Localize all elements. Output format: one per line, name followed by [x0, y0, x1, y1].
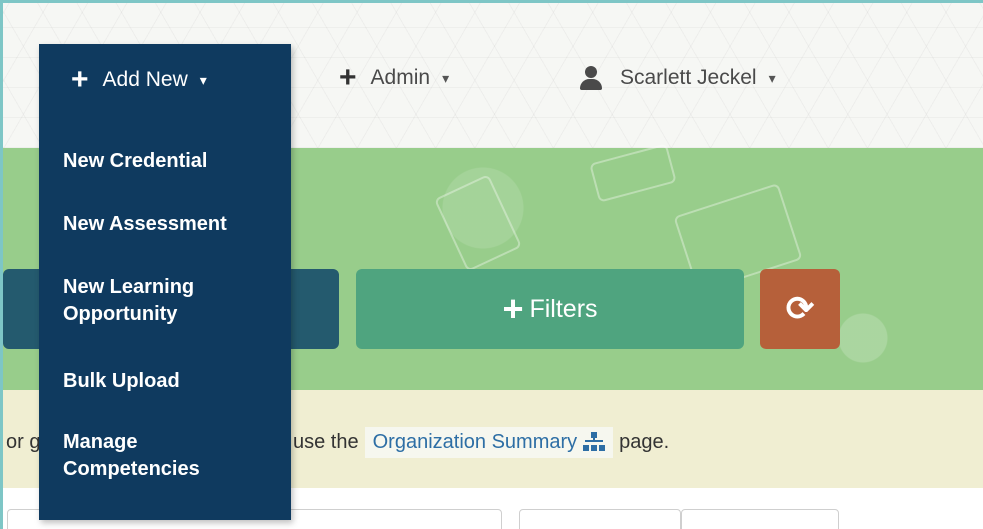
- info-sentence: use the Organization Summary page.: [293, 426, 670, 458]
- plus-icon: +: [502, 288, 524, 329]
- menu-item-new-assessment[interactable]: New Assessment: [63, 211, 273, 238]
- user-menu-toggle[interactable]: Scarlett Jeckel ▾: [580, 61, 776, 95]
- refresh-icon: ⟳: [785, 290, 815, 328]
- info-text-end: page.: [619, 430, 670, 453]
- user-name: Scarlett Jeckel: [620, 66, 757, 89]
- menu-item-new-credential[interactable]: New Credential: [63, 148, 273, 175]
- plus-icon: +: [339, 61, 357, 94]
- filters-label: Filters: [529, 294, 598, 323]
- plus-icon: +: [71, 63, 89, 96]
- user-icon: [580, 66, 602, 90]
- add-new-dropdown: + Add New ▾ New Credential New Assessmen…: [39, 44, 291, 520]
- admin-label: Admin: [370, 66, 431, 89]
- chevron-down-icon: ▾: [199, 71, 207, 88]
- add-new-label: Add New: [102, 68, 188, 91]
- chevron-down-icon: ▾: [442, 69, 450, 86]
- app-window: + Admin ▾ Scarlett Jeckel ▾ + Filters ⟳ …: [0, 0, 983, 529]
- info-text-fragment: or g: [6, 430, 41, 453]
- menu-item-bulk-upload[interactable]: Bulk Upload: [63, 368, 273, 395]
- organization-summary-label: Organization Summary: [372, 430, 578, 453]
- organization-summary-link[interactable]: Organization Summary: [364, 426, 614, 458]
- sitemap-icon: [583, 432, 606, 452]
- map-view-tab[interactable]: [681, 509, 839, 529]
- decorative-book-icon: [433, 174, 523, 272]
- info-text: use the: [293, 430, 359, 453]
- admin-menu-toggle[interactable]: + Admin ▾: [339, 61, 449, 95]
- list-view-tab[interactable]: [519, 509, 681, 529]
- menu-item-new-learning-opportunity[interactable]: New Learning Opportunity: [63, 274, 273, 328]
- refresh-button[interactable]: ⟳: [760, 269, 840, 349]
- decorative-certificate-icon: [589, 143, 677, 203]
- chevron-down-icon: ▾: [768, 69, 776, 86]
- menu-item-manage-competencies[interactable]: Manage Competencies: [63, 429, 273, 483]
- add-new-toggle[interactable]: + Add New ▾: [71, 63, 207, 97]
- filters-button[interactable]: + Filters: [356, 269, 744, 349]
